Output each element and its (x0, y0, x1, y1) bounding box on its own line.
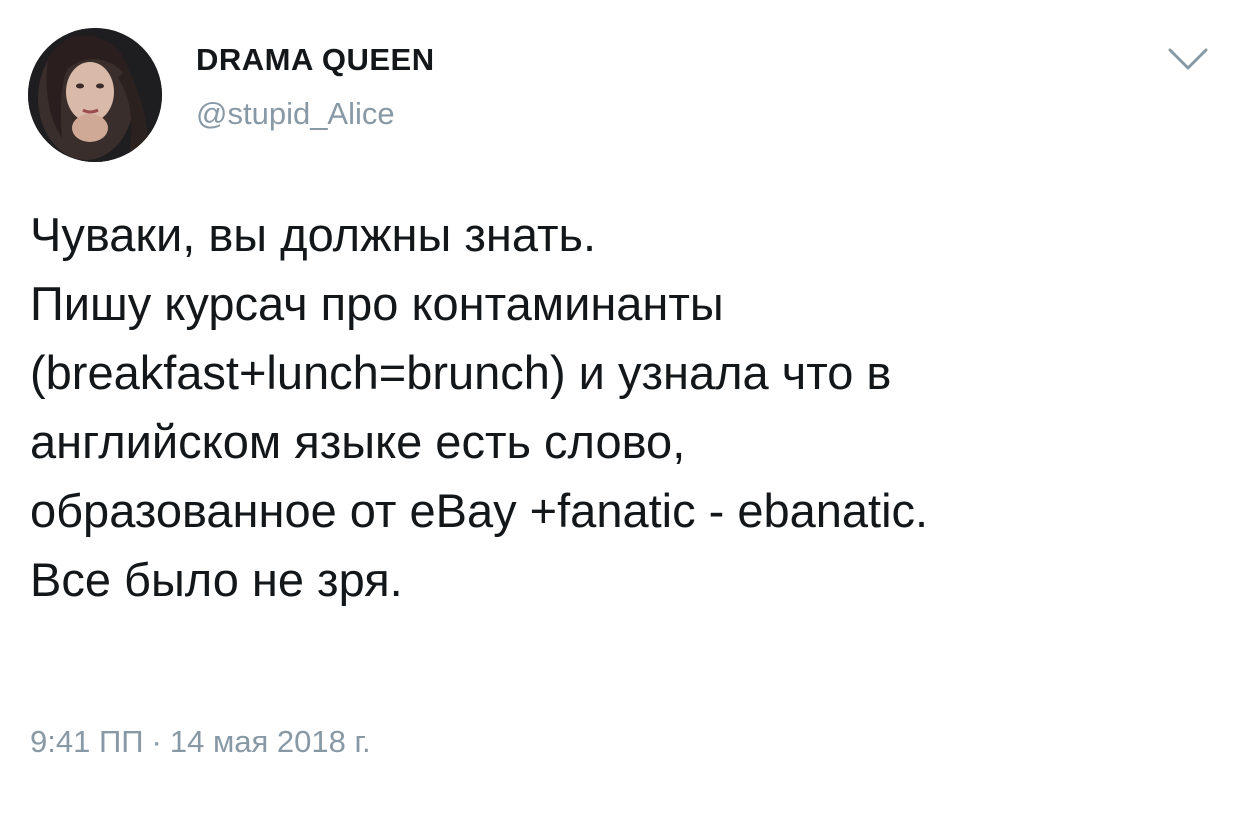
tweet-card: DRAMA QUEEN @stupid_Alice Чуваки, вы дол… (0, 0, 1242, 813)
tweet-date: 14 мая 2018 г. (169, 724, 371, 759)
chevron-down-icon[interactable] (1166, 42, 1210, 78)
tweet-text: Чуваки, вы должны знать. Пишу курсач про… (30, 200, 1220, 614)
tweet-timestamp[interactable]: 9:41 ПП · 14 мая 2018 г. (30, 724, 371, 760)
tweet-line: образованное от eBay +fanatic - ebanatic… (30, 484, 929, 537)
avatar-photo (28, 28, 162, 162)
tweet-line: Чуваки, вы должны знать. (30, 208, 597, 261)
timestamp-separator: · (151, 724, 162, 759)
author-display-name[interactable]: DRAMA QUEEN (196, 42, 435, 78)
avatar[interactable] (28, 28, 162, 162)
tweet-line: Пишу курсач про контаминанты (30, 277, 724, 330)
tweet-line: английском языке есть слово, (30, 415, 686, 468)
tweet-line: Все было не зря. (30, 553, 403, 606)
author-handle[interactable]: @stupid_Alice (196, 96, 395, 132)
tweet-line: (breakfast+lunch=brunch) и узнала что в (30, 346, 892, 399)
tweet-time: 9:41 ПП (30, 724, 144, 759)
